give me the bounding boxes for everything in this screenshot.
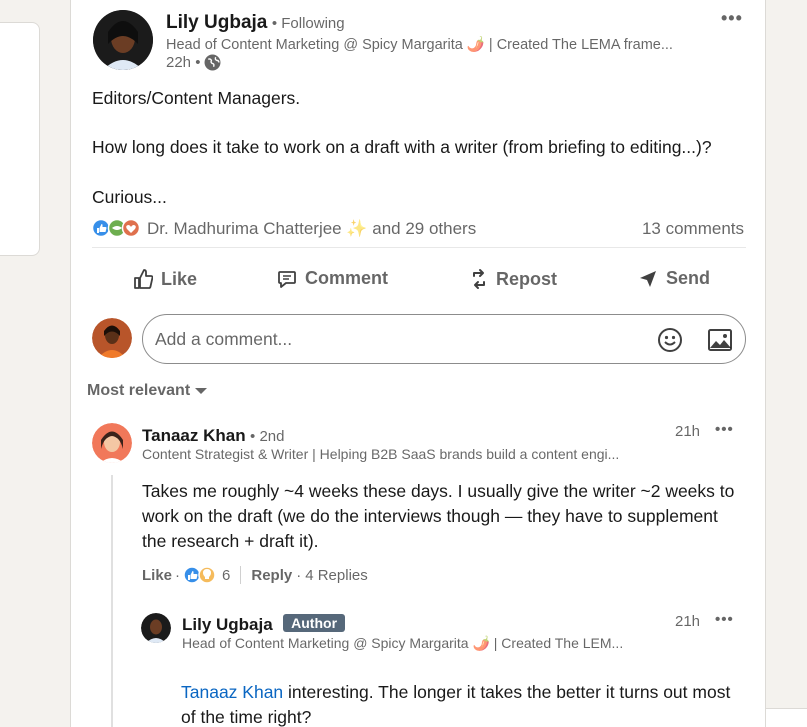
feed-post: Lily Ugbaja • Following Head of Content … xyxy=(70,0,766,727)
thread-line xyxy=(111,475,113,727)
post-author-name[interactable]: Lily Ugbaja xyxy=(166,12,267,33)
reply-author-name[interactable]: Lily Ugbaja xyxy=(182,615,273,634)
send-button[interactable]: Send xyxy=(638,268,710,289)
post-text-line: Curious... xyxy=(92,187,167,207)
post-author-avatar[interactable] xyxy=(93,10,153,70)
comment-input[interactable]: Add a comment... xyxy=(142,314,746,364)
follow-status: • Following xyxy=(271,15,345,32)
like-thumb-icon xyxy=(134,269,153,289)
globe-icon xyxy=(204,54,221,71)
left-sidebar-card xyxy=(0,22,40,256)
comment-time: 21h xyxy=(675,423,701,440)
divider xyxy=(92,247,746,248)
sort-dropdown[interactable]: Most relevant xyxy=(87,382,208,400)
reaction-icons[interactable] xyxy=(91,218,143,238)
image-icon[interactable] xyxy=(707,328,733,352)
send-label: Send xyxy=(666,268,711,288)
like-label: Like xyxy=(161,268,198,289)
post-more-options-icon[interactable]: ••• xyxy=(721,8,743,29)
comment-label: Comment xyxy=(305,268,389,288)
reply-text: Tanaaz Khan interesting. The longer it t… xyxy=(181,680,741,727)
post-time: 22h • xyxy=(166,54,201,71)
post-text-line: Editors/Content Managers. xyxy=(92,88,301,108)
caret-down-icon xyxy=(195,388,208,394)
comment-text: Takes me roughly ~4 weeks these days. I … xyxy=(142,481,735,551)
post-author-line: Lily Ugbaja • Following xyxy=(166,12,345,34)
commenter-name[interactable]: Tanaaz Khan xyxy=(142,426,246,445)
author-badge: Author xyxy=(283,614,346,632)
emoji-icon[interactable] xyxy=(657,327,683,353)
reply-time: 21h xyxy=(675,613,701,630)
comment-reaction-icons[interactable] xyxy=(183,566,217,584)
commenter-avatar[interactable] xyxy=(92,423,132,463)
reply-author-avatar[interactable] xyxy=(141,613,171,643)
current-user-avatar[interactable] xyxy=(92,318,132,358)
comment-bubble-icon xyxy=(278,270,296,288)
comment-like-button[interactable]: Like xyxy=(142,567,172,584)
like-button[interactable]: Like xyxy=(133,268,197,290)
comment-reply-button[interactable]: Reply xyxy=(251,567,292,584)
comment-button[interactable]: Comment xyxy=(277,268,388,289)
comment-input-placeholder: Add a comment... xyxy=(155,329,293,349)
comment-actions: Like · 6 Reply · 4 Replies xyxy=(142,566,368,584)
reply-more-options-icon[interactable]: ••• xyxy=(715,611,734,628)
reactions-summary[interactable]: Dr. Madhurima Chatterjee ✨ and 29 others xyxy=(147,219,476,239)
comment-reaction-count[interactable]: 6 xyxy=(222,567,230,584)
repost-label: Repost xyxy=(496,268,558,289)
post-author-headline: Head of Content Marketing @ Spicy Margar… xyxy=(166,37,673,53)
comment-replies-count[interactable]: 4 Replies xyxy=(305,567,368,584)
commenter-name-line: Tanaaz Khan • 2nd xyxy=(142,426,285,446)
reply-author-line: Lily Ugbaja Author xyxy=(182,614,346,635)
repost-button[interactable]: Repost xyxy=(470,268,557,290)
commenter-headline: Content Strategist & Writer | Helping B2… xyxy=(142,446,620,462)
reply-author-headline: Head of Content Marketing @ Spicy Margar… xyxy=(182,635,624,651)
mention-link[interactable]: Tanaaz Khan xyxy=(181,682,283,702)
post-text-line: How long does it take to work on a draft… xyxy=(92,137,712,157)
comment-actions-divider xyxy=(240,566,242,584)
repost-icon xyxy=(473,269,485,289)
post-timestamp-row: 22h • xyxy=(166,54,221,71)
send-icon xyxy=(640,270,656,287)
comment-more-options-icon[interactable]: ••• xyxy=(715,421,734,438)
comments-count[interactable]: 13 comments xyxy=(642,219,744,239)
connection-degree: • 2nd xyxy=(250,428,285,445)
sort-label: Most relevant xyxy=(87,382,191,399)
